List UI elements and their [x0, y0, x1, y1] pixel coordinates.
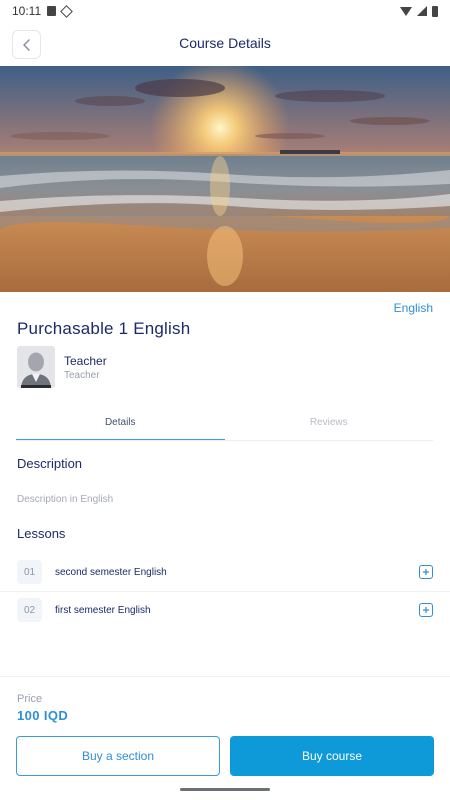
- expand-plus-icon[interactable]: [419, 603, 433, 617]
- price-label: Price: [17, 693, 43, 705]
- price-value: 100 IQD: [17, 708, 69, 723]
- lesson-title: first semester English: [55, 604, 151, 616]
- teacher-role: Teacher: [64, 369, 100, 381]
- avatar: [17, 346, 55, 388]
- description-text: Description in English: [17, 494, 114, 505]
- tab-reviews[interactable]: Reviews: [225, 412, 434, 440]
- home-indicator[interactable]: [180, 788, 270, 791]
- expand-plus-icon[interactable]: [419, 565, 433, 579]
- tab-details[interactable]: Details: [16, 412, 225, 440]
- lesson-title: second semester English: [55, 566, 167, 578]
- status-bar: 10:11: [0, 0, 450, 22]
- lesson-number: 01: [17, 560, 42, 584]
- course-cover-image: [0, 66, 450, 292]
- teacher-card[interactable]: Teacher Teacher: [17, 346, 107, 388]
- page-title: Course Details: [179, 35, 271, 51]
- purchase-footer: Price 100 IQD Buy a section Buy course: [0, 676, 450, 800]
- buy-section-button[interactable]: Buy a section: [16, 736, 220, 776]
- description-heading: Description: [17, 456, 83, 471]
- lessons-heading: Lessons: [17, 526, 66, 541]
- lesson-item[interactable]: 02 first semester English: [0, 591, 450, 629]
- lesson-number: 02: [17, 598, 42, 622]
- wifi-icon: [400, 6, 412, 16]
- teacher-name: Teacher: [64, 353, 107, 368]
- lesson-item[interactable]: 01 second semester English: [0, 553, 450, 591]
- status-time: 10:11: [12, 4, 42, 18]
- sim-icon: [47, 6, 57, 16]
- top-app-bar: Course Details: [0, 22, 450, 66]
- vpn-icon: [60, 4, 74, 18]
- buy-course-button[interactable]: Buy course: [230, 736, 434, 776]
- language-link[interactable]: English: [394, 301, 433, 315]
- course-title: Purchasable 1 English: [17, 319, 191, 338]
- signal-icon: [417, 6, 427, 16]
- tab-bar: Details Reviews: [16, 412, 433, 441]
- battery-icon: [432, 5, 438, 17]
